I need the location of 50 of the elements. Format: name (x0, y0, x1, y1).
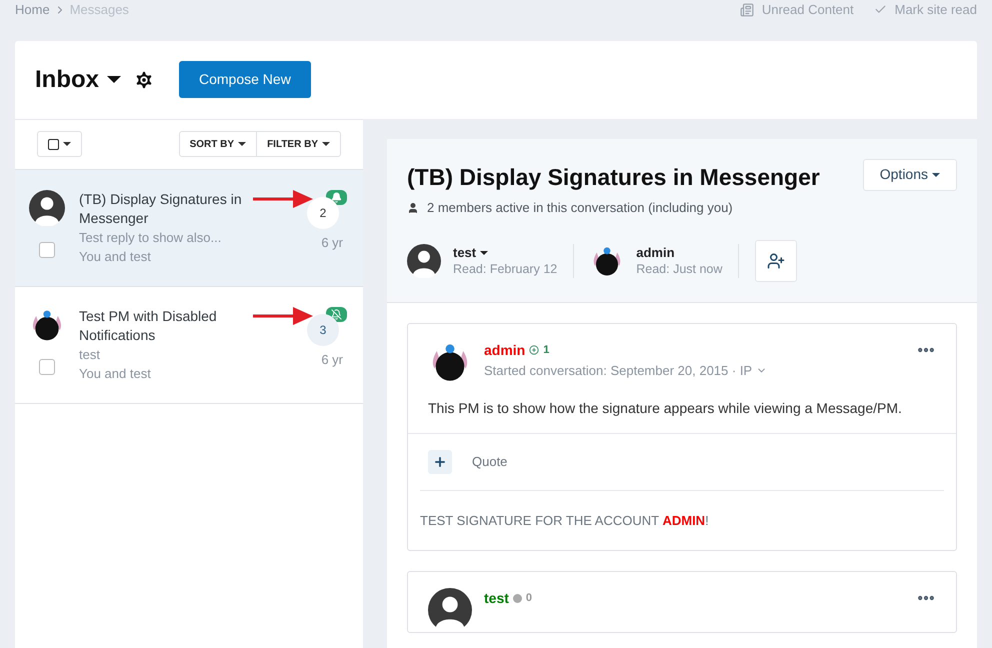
quote-button[interactable]: Quote (472, 452, 508, 472)
caret-icon (238, 142, 246, 146)
plus-icon[interactable] (428, 450, 452, 474)
reputation-icon (529, 345, 540, 355)
add-participant-button[interactable] (755, 240, 798, 282)
reply-count: 3 (307, 314, 339, 346)
conversation-title[interactable]: Test PM with Disabled Notifications (79, 306, 269, 344)
post-meta: Started conversation: September 20, 2015 · IP (484, 362, 752, 380)
avatar-silhouette-icon (407, 244, 441, 278)
reputation-icon (512, 594, 522, 603)
conversation-item[interactable]: Test PM with Disabled Notifications test You and test 3 6 yr (15, 286, 363, 404)
compose-button[interactable]: Compose New (179, 61, 311, 98)
read-status: Read: Just now (636, 260, 722, 276)
add-user-icon (767, 252, 786, 270)
row-checkbox[interactable] (39, 358, 55, 374)
read-status: Read: February 12 (453, 260, 558, 276)
filter-by-dropdown[interactable]: FILTER BY (257, 132, 340, 156)
caret-icon (932, 172, 940, 176)
members-note: 2 members active in this conversation (including you) (427, 199, 733, 217)
caret-icon (107, 76, 121, 83)
conversation-participants: You and test (79, 364, 152, 382)
conversation-item[interactable]: (TB) Display Signatures in Messenger Test reply to show also... You and test 2 6 yr (15, 170, 363, 286)
caret-icon[interactable] (480, 250, 488, 254)
row-checkbox[interactable] (39, 242, 55, 258)
conversation-time: 6 yr (321, 234, 343, 252)
checkbox-icon (48, 138, 59, 150)
conversation-time: 6 yr (321, 350, 343, 369)
post-body: This PM is to show how the signature appears while viewing a Message/PM. (427, 398, 903, 418)
conversation-snippet: test (79, 346, 101, 364)
post-author[interactable]: test (484, 588, 509, 609)
caret-icon (322, 142, 330, 146)
conversation-title: (TB) Display Signatures in Messenger (407, 162, 820, 192)
conversation-snippet: Test reply to show also... (79, 228, 222, 246)
inbox-title-button[interactable]: Inbox (35, 62, 121, 98)
participant-name[interactable]: admin (636, 244, 675, 260)
select-all-dropdown[interactable] (37, 131, 82, 157)
avatar-silhouette-icon (29, 190, 65, 226)
newspaper-icon (740, 2, 754, 17)
reply-count: 2 (307, 196, 339, 228)
participant-name[interactable]: test (453, 244, 476, 260)
sort-by-dropdown[interactable]: SORT BY (180, 132, 258, 156)
signature-text: TEST SIGNATURE FOR THE ACCOUNT ADMIN! (419, 512, 710, 530)
post-author[interactable]: admin (484, 340, 526, 360)
options-button[interactable]: Options (862, 158, 957, 190)
reputation-count: 0 (526, 591, 532, 606)
conversation-title[interactable]: (TB) Display Signatures in Messenger (79, 190, 269, 228)
reputation-count: 1 (543, 342, 550, 358)
conversation-participants: You and test (79, 248, 152, 266)
caret-icon (63, 142, 71, 146)
user-icon (407, 202, 419, 214)
